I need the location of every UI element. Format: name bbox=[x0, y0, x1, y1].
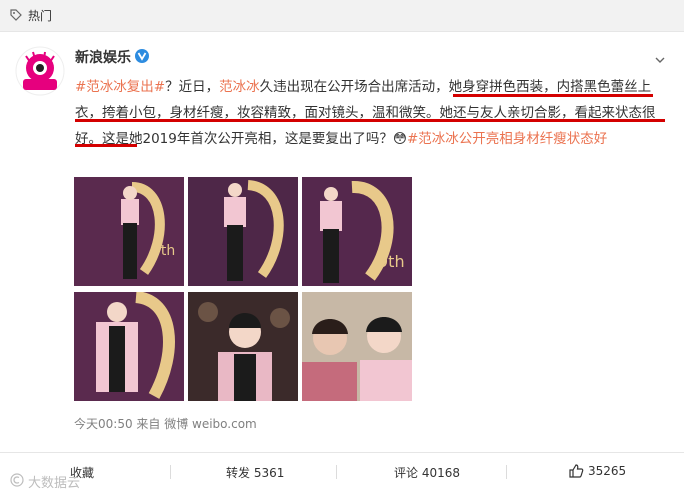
copyright-c-icon bbox=[10, 473, 24, 487]
mention-name[interactable]: 范冰冰 bbox=[219, 79, 260, 95]
hot-bar: 热门 bbox=[0, 0, 684, 32]
hot-label: 热门 bbox=[28, 9, 53, 23]
red-underline-3 bbox=[75, 144, 137, 147]
surprised-emoji-icon: 😳 bbox=[392, 131, 407, 147]
action-bar: 收藏 转发 5361 评论 40168 35265 bbox=[0, 452, 684, 491]
photo-2[interactable] bbox=[188, 177, 298, 286]
like-count[interactable]: 35265 bbox=[588, 464, 626, 478]
topic-link-2[interactable]: #范冰冰公开亮相身材纤瘦状态好 bbox=[407, 131, 607, 147]
photo-text-3: 9th bbox=[378, 252, 405, 271]
watermark-text: 大数据云 bbox=[28, 476, 81, 491]
repost-button[interactable]: 转发 5361 bbox=[226, 464, 284, 481]
chevron-down-icon[interactable] bbox=[654, 54, 666, 66]
verified-icon bbox=[135, 49, 149, 63]
sina-ent-logo bbox=[15, 46, 65, 96]
photo-1[interactable]: 9th bbox=[74, 177, 184, 286]
author-name[interactable]: 新浪娱乐 bbox=[75, 47, 131, 67]
photo-4[interactable] bbox=[74, 292, 184, 401]
comment-button[interactable]: 评论 40168 bbox=[394, 464, 460, 481]
divider bbox=[170, 465, 171, 479]
post-meta: 今天00:50 来自 微博 weibo.com bbox=[74, 417, 257, 431]
thumbs-up-icon[interactable] bbox=[568, 463, 584, 479]
photo-6[interactable] bbox=[302, 292, 412, 401]
post-text: #范冰冰复出#？近日，范冰冰久违出现在公开场合出席活动，她身穿拼色西装，内搭黑色… bbox=[75, 79, 656, 147]
tag-icon bbox=[10, 9, 22, 21]
red-underline-1 bbox=[453, 94, 653, 97]
red-underline-2 bbox=[75, 119, 665, 122]
divider bbox=[506, 465, 507, 479]
divider bbox=[336, 465, 337, 479]
photo-5[interactable] bbox=[188, 292, 298, 401]
topic-link[interactable]: #范冰冰复出# bbox=[75, 79, 165, 95]
photo-text-1: 9th bbox=[152, 243, 175, 259]
avatar[interactable] bbox=[15, 46, 65, 96]
photo-3[interactable]: 9th bbox=[302, 177, 412, 286]
